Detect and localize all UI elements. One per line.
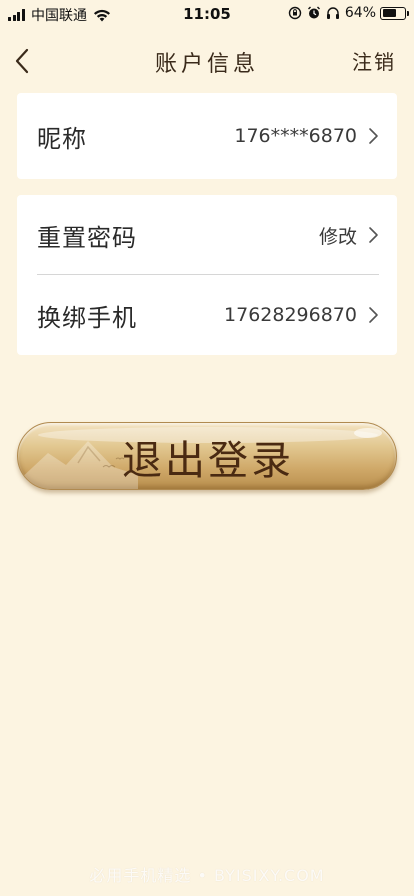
nickname-card: 昵称 176****6870 <box>17 93 397 179</box>
logout-button[interactable]: 退出登录 <box>17 422 397 490</box>
reset-password-value: 修改 <box>318 225 357 248</box>
reset-password-row[interactable]: 重置密码 修改 <box>17 195 397 275</box>
battery-icon <box>380 6 409 20</box>
rebind-phone-value: 17628296870 <box>224 304 357 326</box>
headphones-icon <box>326 7 339 19</box>
nav-bar: 账户信息 注销 <box>0 40 414 84</box>
battery-fill <box>382 9 396 17</box>
status-right: 64% <box>288 5 409 21</box>
nickname-value: 176****6870 <box>234 125 357 147</box>
deregister-button[interactable]: 注销 <box>352 46 396 75</box>
nickname-label: 昵称 <box>37 124 87 153</box>
chevron-right-icon <box>369 307 378 323</box>
chevron-right-icon <box>369 227 378 243</box>
battery-percent: 64% <box>344 5 376 21</box>
security-card: 重置密码 修改 换绑手机 17628296870 <box>17 195 397 355</box>
watermark: 必用手机精选 • BYISIXY.COM <box>89 866 325 885</box>
rebind-phone-label: 换绑手机 <box>37 303 137 332</box>
orientation-lock-icon <box>288 6 302 20</box>
account-info-screen: 中国联通 11:05 64% 账户信息 注销 昵称 176****6870 重置… <box>0 0 414 896</box>
rebind-phone-row[interactable]: 换绑手机 17628296870 <box>17 275 397 355</box>
nickname-row[interactable]: 昵称 176****6870 <box>17 93 397 179</box>
alarm-icon <box>307 6 320 19</box>
chevron-right-icon <box>369 128 378 144</box>
logout-label: 退出登录 <box>122 438 294 484</box>
status-bar: 中国联通 11:05 64% <box>0 0 414 28</box>
reset-password-label: 重置密码 <box>37 223 137 252</box>
